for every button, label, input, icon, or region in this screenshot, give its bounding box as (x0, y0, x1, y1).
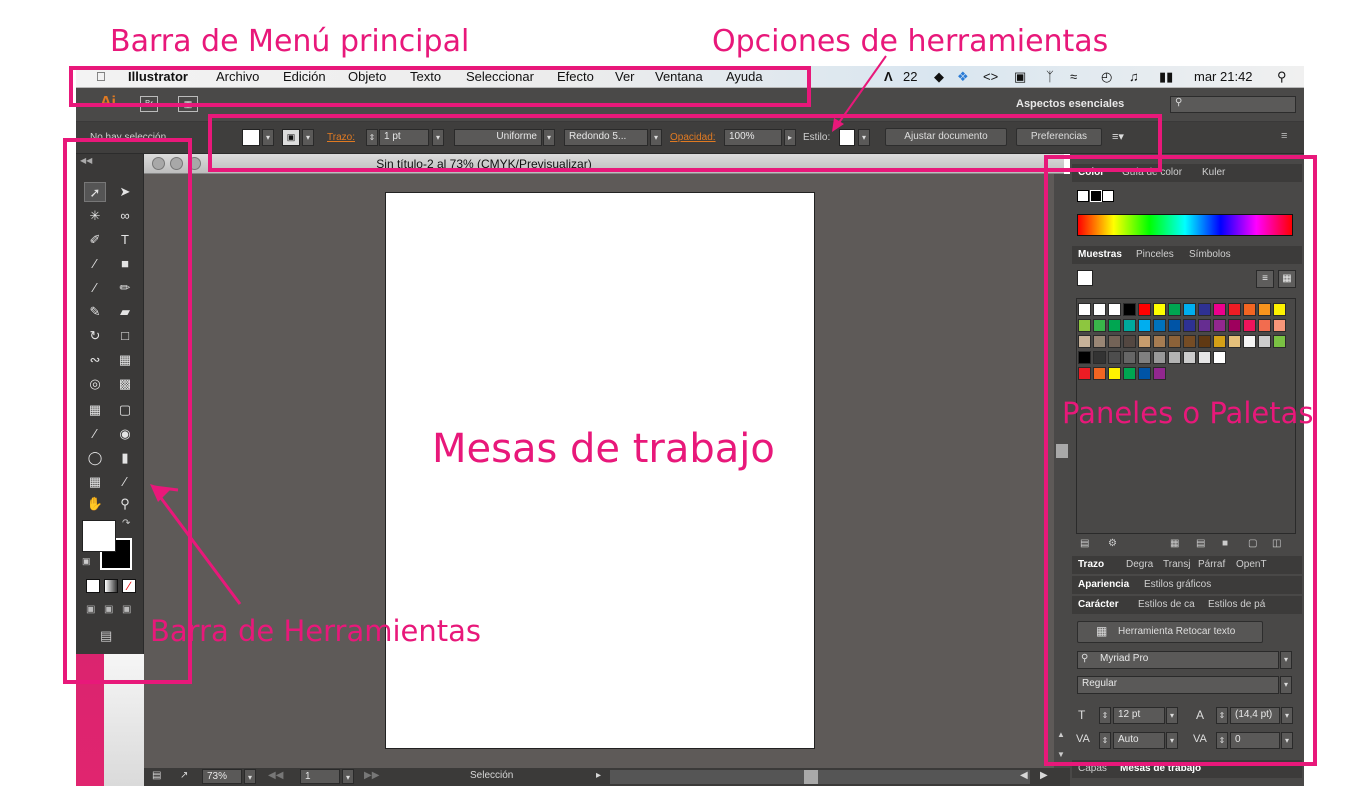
dropbox-icon[interactable]: ❖ (957, 69, 969, 85)
status-menu-arrow-icon[interactable]: ▸ (596, 770, 601, 781)
artboard-number-input[interactable]: 1 (300, 769, 340, 784)
swatch[interactable] (1153, 319, 1166, 332)
swatch[interactable] (1213, 335, 1226, 348)
swatch[interactable] (1153, 335, 1166, 348)
time-machine-icon[interactable]: ◴ (1101, 69, 1112, 85)
swatch[interactable] (1078, 303, 1091, 316)
swatch[interactable] (1183, 319, 1196, 332)
swatch[interactable] (1138, 303, 1151, 316)
swatch[interactable] (1093, 319, 1106, 332)
scroll-right-icon[interactable]: ▶ (1040, 770, 1048, 781)
swatch[interactable] (1168, 351, 1181, 364)
swatch[interactable] (1258, 303, 1271, 316)
swatch[interactable] (1198, 351, 1211, 364)
swatch[interactable] (1123, 303, 1136, 316)
swatch[interactable] (1153, 303, 1166, 316)
swatch[interactable] (1183, 335, 1196, 348)
last-artboard-icon[interactable]: ▶▶ (364, 770, 379, 781)
swatch[interactable] (1183, 351, 1196, 364)
code-icon[interactable]: <> (983, 69, 998, 84)
swatch[interactable] (1243, 319, 1256, 332)
swatch[interactable] (1093, 303, 1106, 316)
swatch[interactable] (1198, 303, 1211, 316)
wifi-icon[interactable]: ≈ (1070, 69, 1077, 84)
swatch[interactable] (1273, 335, 1286, 348)
swatch[interactable] (1093, 335, 1106, 348)
swatch[interactable] (1273, 303, 1286, 316)
swatch[interactable] (1123, 367, 1136, 380)
volume-icon[interactable]: ♫ (1129, 69, 1139, 84)
horizontal-scrollbar-thumb[interactable] (804, 770, 818, 784)
display-icon[interactable]: ▣ (1014, 69, 1026, 85)
status-count: 22 (903, 69, 918, 84)
swatch[interactable] (1138, 319, 1151, 332)
zoom-arrow[interactable]: ▾ (244, 769, 256, 784)
first-artboard-icon[interactable]: ◀◀ (268, 770, 283, 781)
workspace-switcher[interactable]: Aspectos esenciales (1016, 98, 1124, 110)
swatch[interactable] (1168, 303, 1181, 316)
scroll-left-icon[interactable]: ◀ (1020, 770, 1028, 781)
annotation-menu-bar: Barra de Menú principal (110, 24, 470, 59)
panels-highlight (1044, 155, 1317, 766)
swatch[interactable] (1213, 319, 1226, 332)
annotation-toolbar: Barra de Herramientas (150, 614, 481, 648)
swatch[interactable] (1123, 335, 1136, 348)
clock[interactable]: mar 21:42 (1194, 69, 1253, 84)
tool-options-highlight (208, 114, 1162, 172)
swatch[interactable] (1138, 351, 1151, 364)
swatch[interactable] (1228, 319, 1241, 332)
zoom-select[interactable]: 73% (202, 769, 242, 784)
evernote-icon[interactable]: ◆ (934, 69, 944, 85)
help-search-input[interactable]: ⚲ (1170, 96, 1296, 113)
swatch[interactable] (1258, 335, 1271, 348)
current-tool-status[interactable]: Selección (470, 770, 513, 781)
annotation-panels: Paneles o Paletas (1062, 396, 1314, 430)
swatch[interactable] (1078, 367, 1091, 380)
swatch[interactable] (1078, 335, 1091, 348)
bluetooth-icon[interactable]: ᛉ (1046, 69, 1054, 84)
swatch[interactable] (1123, 319, 1136, 332)
swatch[interactable] (1273, 319, 1286, 332)
swatch[interactable] (1183, 303, 1196, 316)
swatch[interactable] (1138, 367, 1151, 380)
swatch[interactable] (1093, 367, 1106, 380)
swatch[interactable] (1213, 351, 1226, 364)
status-bar: ▤ ↗ 73% ▾ ◀◀ 1 ▾ ▶▶ Selección ▸ ◀ ▶ (144, 768, 1070, 786)
swatch[interactable] (1138, 335, 1151, 348)
swatch[interactable] (1168, 319, 1181, 332)
adobe-status-icon[interactable]: Λ (884, 69, 893, 84)
swatch[interactable] (1198, 319, 1211, 332)
swatch[interactable] (1153, 367, 1166, 380)
annotation-tool-options: Opciones de herramientas (712, 24, 1109, 59)
horizontal-scrollbar[interactable] (610, 770, 1030, 784)
swatch[interactable] (1213, 303, 1226, 316)
battery-icon[interactable]: ▮▮ (1159, 69, 1173, 85)
swatch[interactable] (1228, 303, 1241, 316)
swatch[interactable] (1108, 367, 1121, 380)
control-panel-menu-icon[interactable]: ≡ (1281, 130, 1287, 142)
artboard-navigation-icon[interactable]: ▤ (152, 770, 161, 781)
annotation-artboards: Mesas de trabajo (432, 426, 775, 472)
share-icon[interactable]: ↗ (180, 770, 188, 781)
swatch[interactable] (1243, 335, 1256, 348)
spotlight-search-icon[interactable]: ⚲ (1277, 69, 1287, 85)
toolbar-highlight (63, 138, 192, 684)
menu-bar-highlight (69, 66, 811, 107)
swatch[interactable] (1078, 319, 1091, 332)
swatch[interactable] (1168, 335, 1181, 348)
swatch[interactable] (1243, 303, 1256, 316)
swatch[interactable] (1108, 351, 1121, 364)
swatch[interactable] (1078, 351, 1091, 364)
swatch[interactable] (1198, 335, 1211, 348)
swatch[interactable] (1228, 335, 1241, 348)
swatch[interactable] (1108, 319, 1121, 332)
swatch[interactable] (1258, 319, 1271, 332)
swatch[interactable] (1123, 351, 1136, 364)
swatch[interactable] (1108, 335, 1121, 348)
swatch[interactable] (1108, 303, 1121, 316)
swatch[interactable] (1153, 351, 1166, 364)
artboard-number-arrow[interactable]: ▾ (342, 769, 354, 784)
swatch[interactable] (1093, 351, 1106, 364)
